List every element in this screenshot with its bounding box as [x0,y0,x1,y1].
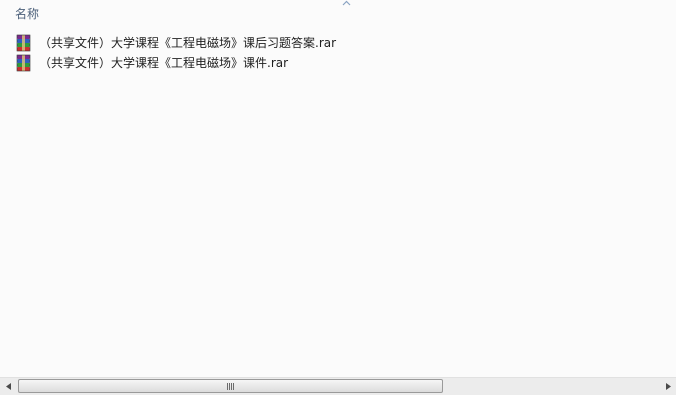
chevron-left-icon [5,383,11,390]
file-name: （共享文件）大学课程《工程电磁场》课后习题答案.rar [39,36,337,50]
winrar-archive-icon [16,54,31,72]
name-column-header[interactable]: 名称 [15,6,39,22]
file-explorer-view: 名称 （共享文件）大学课程《工程电磁场》课后习题答案.rar （共享文件）大学课… [0,0,676,395]
file-name: （共享文件）大学课程《工程电磁场》课件.rar [39,56,289,70]
file-item[interactable]: （共享文件）大学课程《工程电磁场》课件.rar [15,54,415,72]
sort-ascending-icon [342,0,351,6]
chevron-right-icon [665,383,671,390]
scroll-right-button[interactable] [659,378,676,395]
column-header-bar: 名称 [0,0,676,26]
file-item[interactable]: （共享文件）大学课程《工程电磁场》课后习题答案.rar [15,34,415,52]
winrar-archive-icon [16,34,31,52]
scroll-thumb[interactable] [18,379,443,393]
scroll-left-button[interactable] [0,378,17,395]
horizontal-scrollbar[interactable] [0,377,676,395]
grip-icon [227,382,234,390]
